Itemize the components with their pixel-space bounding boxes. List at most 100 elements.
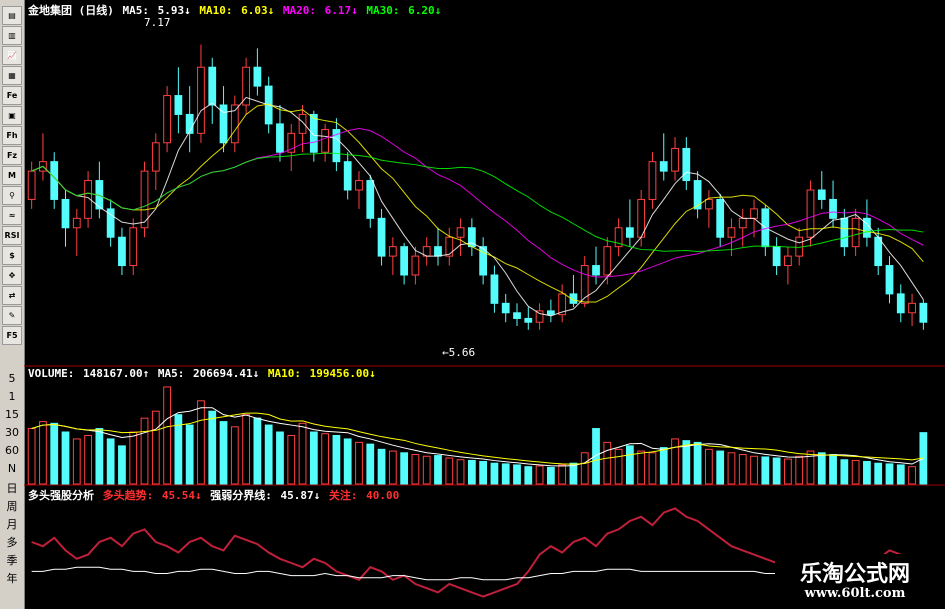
volume-bar bbox=[682, 440, 691, 485]
candle-body bbox=[388, 246, 397, 257]
volume-bar bbox=[580, 452, 589, 485]
period-button-3[interactable]: 30 bbox=[0, 426, 24, 439]
volume-bar bbox=[321, 433, 330, 485]
volume-bar bbox=[129, 431, 138, 485]
volume-bar bbox=[738, 454, 747, 485]
toolbar-button-1[interactable]: ▥ bbox=[2, 26, 22, 45]
volume-bar bbox=[784, 458, 792, 485]
volume-bar bbox=[659, 447, 668, 485]
toolbar-button-7[interactable]: Fz bbox=[2, 146, 22, 165]
ma20-label: MA20: bbox=[282, 4, 316, 17]
candle-body bbox=[524, 317, 533, 323]
candle-body bbox=[738, 217, 747, 229]
period-button-4[interactable]: 60 bbox=[0, 444, 24, 457]
candle-body bbox=[253, 66, 262, 87]
volume-value: 148167.00↑ bbox=[82, 367, 150, 380]
toolbar-button-16[interactable]: F5 bbox=[2, 326, 22, 345]
volume-bar bbox=[366, 443, 375, 485]
toolbar-button-9[interactable]: ⚲ bbox=[2, 186, 22, 205]
toolbar-button-3[interactable]: ▦ bbox=[2, 66, 22, 85]
period-button-7[interactable]: 周 bbox=[0, 498, 24, 514]
volume-bar bbox=[750, 455, 758, 485]
toolbar-button-10[interactable]: ≈ bbox=[2, 206, 22, 225]
candle-body bbox=[118, 236, 126, 267]
volume-bar bbox=[309, 431, 318, 485]
vol-ma5-value: 206694.41↓ bbox=[192, 367, 260, 380]
volume-bar bbox=[208, 410, 217, 485]
toolbar-button-5[interactable]: ▣ bbox=[2, 106, 22, 125]
focus-value: 40.00 bbox=[366, 489, 400, 502]
candle-body bbox=[61, 198, 70, 229]
ma30-label: MA30: bbox=[366, 4, 400, 17]
period-button-8[interactable]: 月 bbox=[0, 516, 24, 532]
period-button-6[interactable]: 日 bbox=[0, 480, 24, 496]
volume-bar bbox=[896, 464, 905, 485]
volume-bar bbox=[219, 421, 228, 485]
period-button-10[interactable]: 季 bbox=[0, 552, 24, 568]
volume-bar bbox=[151, 410, 160, 485]
toolbar-button-2[interactable]: 📈 bbox=[2, 46, 22, 65]
volume-bar bbox=[332, 434, 341, 485]
volume-bar bbox=[39, 421, 47, 485]
volume-bar bbox=[795, 455, 804, 485]
candle-body bbox=[885, 265, 894, 295]
period-button-2[interactable]: 15 bbox=[0, 408, 24, 421]
toolbar-button-0[interactable]: ▤ bbox=[2, 6, 22, 25]
indicator-header: 多头强股分析 多头趋势: 45.54↓ 强弱分界线: 45.87↓ 关注: 40… bbox=[28, 487, 401, 503]
volume-bar bbox=[727, 452, 736, 485]
candle-body bbox=[513, 312, 521, 319]
candle-body bbox=[355, 180, 363, 191]
volume-bar bbox=[355, 441, 363, 485]
toolbar-button-4[interactable]: Fe bbox=[2, 86, 22, 105]
toolbar-button-6[interactable]: Fh bbox=[2, 126, 22, 145]
vol-ma10-label: MA10: bbox=[267, 367, 301, 380]
candle-body bbox=[648, 161, 657, 200]
vol-ma5-label: MA5: bbox=[157, 367, 185, 380]
divider-label: 强弱分界线: bbox=[210, 489, 272, 502]
volume-bar bbox=[343, 438, 352, 485]
volume-bar bbox=[693, 441, 702, 485]
volume-bar bbox=[558, 464, 567, 485]
volume-bar bbox=[648, 452, 657, 485]
volume-bar bbox=[140, 417, 149, 485]
period-button-11[interactable]: 年 bbox=[0, 570, 24, 586]
watermark-url: www.60lt.com bbox=[804, 586, 906, 601]
volume-bar bbox=[705, 448, 713, 485]
toolbar-button-8[interactable]: M bbox=[2, 166, 22, 185]
period-button-9[interactable]: 多 bbox=[0, 534, 24, 550]
candle-body bbox=[298, 113, 307, 134]
candle-body bbox=[772, 246, 781, 267]
candle-body bbox=[806, 189, 815, 238]
candle-body bbox=[682, 147, 691, 182]
volume-panel bbox=[27, 386, 928, 485]
candle-body bbox=[908, 302, 916, 314]
toolbar-button-14[interactable]: ⇄ bbox=[2, 286, 22, 305]
toolbar-button-11[interactable]: RSI bbox=[2, 226, 22, 245]
volume-header: VOLUME: 148167.00↑ MA5: 206694.41↓ MA10:… bbox=[28, 367, 378, 380]
toolbar-button-13[interactable]: ✥ bbox=[2, 266, 22, 285]
candle-body bbox=[490, 274, 499, 304]
candle-body bbox=[197, 66, 205, 134]
volume-bar bbox=[388, 450, 397, 485]
volume-bar bbox=[863, 460, 871, 485]
volume-bar bbox=[772, 457, 781, 485]
period-button-5[interactable]: N bbox=[0, 462, 24, 475]
volume-bar bbox=[479, 460, 488, 485]
stock-chart-svg bbox=[24, 44, 945, 598]
volume-bar bbox=[840, 459, 849, 485]
volume-bar bbox=[50, 422, 59, 485]
candle-body bbox=[592, 265, 600, 276]
volume-bar bbox=[603, 441, 612, 485]
candle-body bbox=[716, 198, 725, 238]
volume-bar bbox=[411, 454, 420, 485]
toolbar-button-12[interactable]: $ bbox=[2, 246, 22, 265]
candle-body bbox=[501, 302, 510, 314]
volume-title: VOLUME: bbox=[28, 367, 75, 380]
volume-bar bbox=[524, 466, 533, 485]
candle-body bbox=[129, 227, 138, 267]
volume-bar bbox=[230, 426, 239, 485]
candle-body bbox=[750, 208, 758, 219]
toolbar-button-15[interactable]: ✎ bbox=[2, 306, 22, 325]
period-button-0[interactable]: 5 bbox=[0, 372, 24, 385]
period-button-1[interactable]: 1 bbox=[0, 390, 24, 403]
